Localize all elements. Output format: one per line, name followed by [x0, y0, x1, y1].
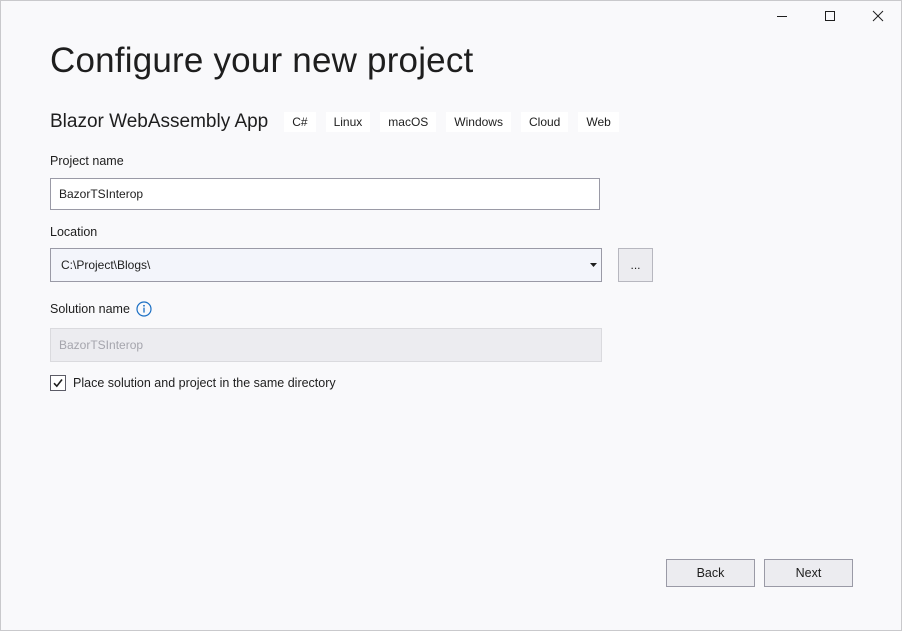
browse-button[interactable]: ...: [618, 248, 653, 282]
maximize-button[interactable]: [807, 1, 853, 31]
next-button[interactable]: Next: [764, 559, 853, 587]
location-value[interactable]: C:\Project\Blogs\: [51, 258, 585, 272]
info-icon[interactable]: [136, 301, 152, 317]
minimize-button[interactable]: [759, 1, 805, 31]
solution-name-label: Solution name: [50, 302, 130, 316]
location-label: Location: [50, 225, 98, 239]
same-directory-checkbox[interactable]: [50, 374, 66, 391]
tag-platform-macos: macOS: [380, 112, 437, 132]
back-button[interactable]: Back: [666, 559, 755, 587]
solution-name-label-row: Solution name: [50, 301, 152, 317]
minimize-icon: [777, 16, 787, 17]
page-title: Configure your new project: [50, 41, 474, 80]
tag-web: Web: [578, 112, 619, 132]
same-directory-option[interactable]: Place solution and project in the same d…: [50, 374, 336, 391]
template-name: Blazor WebAssembly App: [50, 111, 269, 132]
maximize-icon: [825, 11, 835, 21]
location-combobox[interactable]: C:\Project\Blogs\: [50, 248, 602, 282]
template-info: Blazor WebAssembly App C# Linux macOS Wi…: [50, 109, 629, 135]
same-directory-label[interactable]: Place solution and project in the same d…: [73, 376, 336, 390]
tag-platform-windows: Windows: [446, 112, 511, 132]
solution-name-input: [50, 328, 602, 362]
dialog-window: Configure your new project Blazor WebAss…: [0, 0, 902, 631]
close-button[interactable]: [855, 1, 901, 31]
project-name-label: Project name: [50, 154, 124, 168]
checkmark-icon: [53, 378, 63, 387]
tag-language: C#: [284, 112, 316, 132]
dropdown-arrow-icon[interactable]: [585, 249, 601, 281]
project-name-input[interactable]: [50, 178, 600, 210]
close-icon: [872, 10, 884, 22]
tag-cloud: Cloud: [520, 112, 569, 132]
tag-platform-linux: Linux: [325, 112, 371, 132]
